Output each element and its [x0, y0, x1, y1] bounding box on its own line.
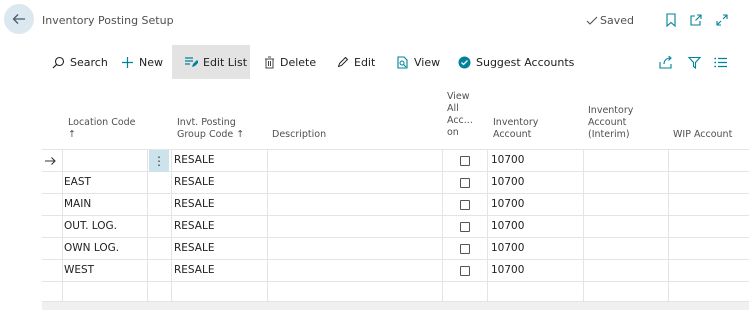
wip-account-cell[interactable] — [671, 194, 749, 216]
table-row[interactable]: WEST RESALE 10700 — [42, 260, 749, 282]
back-button[interactable] — [4, 4, 34, 34]
wip-account-cell[interactable] — [671, 150, 749, 172]
posting-group-cell[interactable]: RESALE — [174, 238, 266, 260]
location-code-cell[interactable]: OWN LOG. — [64, 238, 146, 260]
trash-icon — [264, 56, 275, 69]
open-new-window-icon — [690, 14, 702, 26]
inventory-account-cell[interactable]: 10700 — [491, 260, 581, 282]
saved-label: Saved — [600, 14, 634, 27]
delete-button[interactable]: Delete — [264, 45, 316, 79]
grid-footer — [42, 301, 749, 310]
table-row[interactable]: OUT. LOG. RESALE 10700 — [42, 216, 749, 238]
location-code-cell[interactable]: OUT. LOG. — [64, 216, 146, 238]
share-button[interactable] — [658, 54, 674, 70]
view-button[interactable]: View — [396, 45, 440, 79]
posting-group-cell[interactable]: RESALE — [174, 216, 266, 238]
row-menu-dots-icon[interactable]: ⋮ — [149, 150, 169, 172]
view-icon — [396, 55, 409, 69]
search-icon — [52, 56, 65, 69]
list-view-button[interactable] — [712, 54, 728, 70]
new-button[interactable]: New — [121, 45, 163, 79]
edit-button[interactable]: Edit — [337, 45, 375, 79]
saved-status: Saved — [586, 14, 634, 27]
view-all-checkbox[interactable] — [460, 200, 470, 210]
inventory-account-cell[interactable]: 10700 — [491, 238, 581, 260]
description-cell[interactable] — [270, 172, 440, 194]
expand-icon — [716, 14, 728, 26]
delete-label: Delete — [280, 55, 317, 69]
filter-button[interactable] — [686, 54, 702, 70]
suggest-accounts-button[interactable]: Suggest Accounts — [458, 45, 574, 79]
location-code-cell[interactable]: MAIN — [64, 194, 146, 216]
new-label: New — [139, 55, 163, 69]
share-icon — [659, 55, 672, 69]
table-row[interactable]: EAST RESALE 10700 — [42, 172, 749, 194]
description-cell[interactable] — [270, 150, 440, 172]
view-all-checkbox[interactable] — [460, 266, 470, 276]
description-cell[interactable] — [270, 260, 440, 282]
view-all-checkbox[interactable] — [460, 178, 470, 188]
inventory-interim-cell[interactable] — [586, 216, 666, 238]
edit-label: Edit — [354, 55, 376, 69]
pencil-icon — [337, 56, 349, 68]
inventory-interim-cell[interactable] — [586, 172, 666, 194]
wip-account-cell[interactable] — [671, 216, 749, 238]
inventory-account-cell[interactable]: 10700 — [491, 216, 581, 238]
bookmark-icon — [666, 13, 676, 27]
row-pointer-arrow-icon — [45, 150, 57, 172]
action-bar: Search New Edit List Delete Edit View Su… — [42, 45, 749, 79]
description-cell[interactable] — [270, 194, 440, 216]
inventory-account-cell[interactable]: 10700 — [491, 172, 581, 194]
checkmark-icon — [586, 16, 598, 25]
wip-account-cell[interactable] — [671, 172, 749, 194]
table-row[interactable]: OWN LOG. RESALE 10700 — [42, 238, 749, 260]
bookmark-button[interactable] — [663, 12, 679, 28]
description-cell[interactable] — [270, 238, 440, 260]
expand-button[interactable] — [714, 12, 730, 28]
open-new-window-button[interactable] — [688, 12, 704, 28]
filter-icon — [687, 56, 701, 69]
posting-group-cell[interactable]: RESALE — [174, 194, 266, 216]
edit-list-button[interactable]: Edit List — [172, 45, 250, 79]
edit-list-label: Edit List — [203, 55, 248, 69]
suggest-check-icon — [458, 56, 471, 69]
view-all-checkbox[interactable] — [460, 156, 470, 166]
inventory-interim-cell[interactable] — [586, 150, 666, 172]
inventory-interim-cell[interactable] — [586, 260, 666, 282]
inventory-account-cell[interactable]: 10700 — [491, 194, 581, 216]
location-code-cell[interactable]: EAST — [64, 172, 146, 194]
posting-group-cell[interactable]: RESALE — [174, 150, 266, 172]
description-cell[interactable] — [270, 216, 440, 238]
table-row[interactable]: ⋮ RESALE 10700 — [42, 150, 749, 172]
posting-group-cell[interactable]: RESALE — [174, 172, 266, 194]
search-button[interactable]: Search — [52, 45, 108, 79]
view-all-checkbox[interactable] — [460, 244, 470, 254]
back-arrow-icon — [12, 14, 25, 24]
wip-account-cell[interactable] — [671, 238, 749, 260]
table-row[interactable]: MAIN RESALE 10700 — [42, 194, 749, 216]
wip-account-cell[interactable] — [671, 260, 749, 282]
inventory-interim-cell[interactable] — [586, 194, 666, 216]
view-label: View — [414, 55, 441, 69]
suggest-accounts-label: Suggest Accounts — [476, 55, 575, 69]
location-code-cell[interactable]: WEST — [64, 260, 146, 282]
location-code-cell[interactable] — [64, 150, 146, 172]
posting-group-cell[interactable]: RESALE — [174, 260, 266, 282]
list-view-icon — [713, 57, 727, 67]
search-label: Search — [70, 55, 108, 69]
plus-icon — [121, 56, 134, 69]
inventory-account-cell[interactable]: 10700 — [491, 150, 581, 172]
edit-list-icon — [184, 56, 198, 68]
inventory-interim-cell[interactable] — [586, 238, 666, 260]
page-title: Inventory Posting Setup — [42, 14, 174, 27]
posting-setup-grid: Location Code ↑ Invt. Posting Group Code… — [42, 79, 749, 310]
view-all-checkbox[interactable] — [460, 222, 470, 232]
